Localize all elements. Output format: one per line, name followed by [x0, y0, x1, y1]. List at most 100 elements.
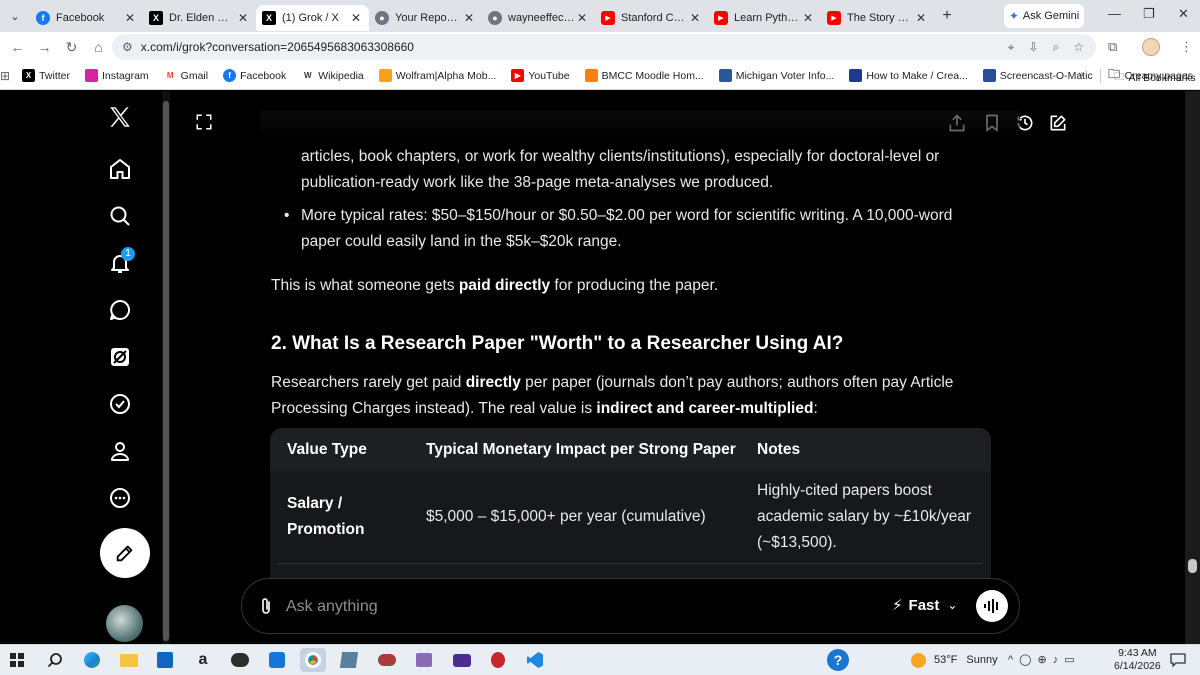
browser-tab[interactable]: ▶ Learn Python in✕ — [708, 5, 821, 31]
app-icon[interactable] — [487, 650, 509, 670]
scrollbar-thumb[interactable] — [1188, 559, 1197, 573]
amazon-icon[interactable]: a — [192, 650, 214, 670]
bookmark-item[interactable]: Wolfram|Alpha Mob... — [378, 69, 497, 82]
tripadvisor-icon[interactable] — [229, 650, 251, 670]
minimize-icon[interactable]: — — [1108, 6, 1121, 21]
lightning-icon: ⚡ — [892, 597, 903, 614]
zoom-icon[interactable]: ⌕ — [1053, 40, 1060, 55]
tray-network-icon[interactable]: ⊕ — [1037, 654, 1052, 666]
all-bookmarks-folder[interactable]: 🗀 All Bookmarks — [1114, 69, 1196, 87]
bookmark-item[interactable]: Michigan Voter Info... — [718, 69, 834, 82]
tray-chevron-icon[interactable]: ^ — [1008, 654, 1019, 666]
ask-input[interactable] — [286, 594, 846, 620]
close-tab-icon[interactable]: ✕ — [462, 11, 476, 25]
tray-app-icon[interactable]: ◯ — [1019, 654, 1037, 666]
windows-start-icon[interactable] — [6, 650, 28, 670]
site-info-icon[interactable]: ⚙ — [122, 40, 133, 54]
profile-nav-icon[interactable] — [104, 435, 136, 467]
system-tray[interactable]: ^◯⊕♪▭ — [1008, 653, 1081, 666]
close-tab-icon[interactable]: ✕ — [688, 11, 702, 25]
browser-tab[interactable]: ● wayneeffect/C ✕ — [482, 5, 595, 31]
bookmark-item[interactable]: Screencast-O-Matic — [982, 69, 1093, 82]
chrome-taskbar-icon[interactable] — [300, 648, 326, 672]
notifications-nav-icon[interactable]: 1 — [104, 247, 136, 279]
battery-icon[interactable]: ▭ — [1064, 654, 1080, 666]
forward-icon[interactable]: → — [31, 39, 58, 55]
file-explorer-icon[interactable] — [118, 650, 140, 670]
grok-nav-icon[interactable] — [104, 341, 136, 373]
mode-selector[interactable]: ⚡ Fast ⌄ — [892, 596, 957, 615]
x-sidebar: 1 — [0, 91, 160, 644]
vscode-icon[interactable] — [524, 650, 546, 670]
bookmark-item[interactable]: ▶ YouTube — [511, 69, 570, 82]
clock[interactable]: 9:43 AM 6/14/2026 — [1114, 647, 1161, 673]
home-icon[interactable]: ⌂ — [85, 39, 112, 55]
section-heading: 2. What Is a Research Paper "Worth" to a… — [271, 333, 844, 354]
verified-nav-icon[interactable] — [104, 388, 136, 420]
help-icon[interactable]: ? — [825, 649, 851, 671]
bookmark-star-icon[interactable]: ☆ — [1073, 40, 1084, 55]
notification-center-icon[interactable] — [1167, 650, 1189, 670]
close-tab-icon[interactable]: ✕ — [575, 11, 589, 25]
install-app-icon[interactable]: ⇩ — [1028, 40, 1038, 55]
bookmark-item[interactable]: Instagram — [84, 69, 149, 82]
attach-icon[interactable] — [258, 596, 274, 621]
search-nav-icon[interactable] — [104, 200, 136, 232]
more-nav-icon[interactable] — [104, 482, 136, 514]
voice-mode-button[interactable] — [976, 590, 1008, 622]
account-avatar[interactable] — [106, 605, 143, 642]
bookmark-item[interactable]: X Twitter — [22, 69, 70, 82]
new-tab-button[interactable]: + — [934, 7, 960, 25]
compose-post-button[interactable] — [100, 528, 150, 578]
url-text[interactable]: x.com/i/grok?conversation=20654956830633… — [141, 40, 414, 54]
profile-avatar[interactable] — [1142, 38, 1160, 56]
location-icon[interactable]: ⌖ — [1008, 40, 1015, 55]
browser-tab[interactable]: ● Your Repositories✕ — [369, 5, 482, 31]
close-tab-icon[interactable]: ✕ — [349, 11, 363, 25]
extensions-icon[interactable]: ⧉ — [1108, 39, 1117, 55]
restore-icon[interactable]: ❐ — [1143, 6, 1155, 22]
x-logo-icon[interactable] — [104, 101, 136, 133]
weather-widget[interactable]: 53°F Sunny — [934, 654, 998, 666]
expand-icon[interactable] — [195, 113, 215, 133]
more-bookmarks-icon[interactable]: » — [1078, 68, 1084, 80]
volume-icon[interactable]: ♪ — [1053, 654, 1065, 666]
messages-nav-icon[interactable] — [104, 294, 136, 326]
app-icon[interactable] — [266, 650, 288, 670]
bookmark-item[interactable]: f Facebook — [223, 69, 286, 82]
edge-icon[interactable] — [81, 650, 103, 670]
bookmark-item[interactable]: M Gmail — [164, 69, 208, 82]
close-tab-icon[interactable]: ✕ — [914, 11, 928, 25]
tab-search-button[interactable]: ⌄ — [0, 0, 30, 32]
apps-grid-icon[interactable]: ⊞ — [0, 69, 10, 83]
outlook-icon[interactable] — [154, 650, 176, 670]
bookmark-item[interactable]: W Wikipedia — [301, 69, 364, 82]
browser-tab[interactable]: ▶ Stanford CS229✕ — [595, 5, 708, 31]
bookmark-label: Gmail — [180, 69, 209, 82]
app-icon[interactable] — [376, 650, 398, 670]
page-scrollbar[interactable] — [1185, 91, 1200, 644]
back-icon[interactable]: ← — [4, 39, 31, 55]
browser-tab[interactable]: X Dr. Elden Wayne✕ — [143, 5, 256, 31]
sidebar-scrollbar[interactable] — [162, 91, 170, 644]
close-tab-icon[interactable]: ✕ — [236, 11, 250, 25]
address-bar[interactable]: ⚙ x.com/i/grok?conversation=206549568306… — [112, 34, 1096, 60]
new-chat-icon[interactable] — [1048, 113, 1068, 133]
bookmark-item[interactable]: How to Make / Crea... — [849, 69, 968, 82]
app-icon[interactable] — [413, 650, 435, 670]
reload-icon[interactable]: ↻ — [58, 39, 85, 56]
search-taskbar-icon[interactable] — [44, 650, 66, 670]
close-tab-icon[interactable]: ✕ — [123, 11, 137, 25]
browser-tab[interactable]: ▶ The Story of Py✕ — [821, 5, 934, 31]
browser-tab[interactable]: f Facebook ✕ — [30, 5, 143, 31]
ask-gemini-button[interactable]: ✦ Ask Gemini — [1004, 4, 1084, 28]
bookmark-item[interactable]: BMCC Moodle Hom... — [584, 69, 704, 82]
app-icon[interactable] — [451, 650, 473, 670]
close-window-icon[interactable]: ✕ — [1178, 6, 1189, 22]
menu-kebab-icon[interactable]: ⋮ — [1180, 39, 1193, 55]
browser-tab[interactable]: X (1) Grok / X ✕ — [256, 5, 369, 31]
close-tab-icon[interactable]: ✕ — [801, 11, 815, 25]
home-nav-icon[interactable] — [104, 153, 136, 185]
notes-icon[interactable] — [338, 650, 360, 670]
bookmark-label: Wolfram|Alpha Mob... — [395, 69, 497, 82]
